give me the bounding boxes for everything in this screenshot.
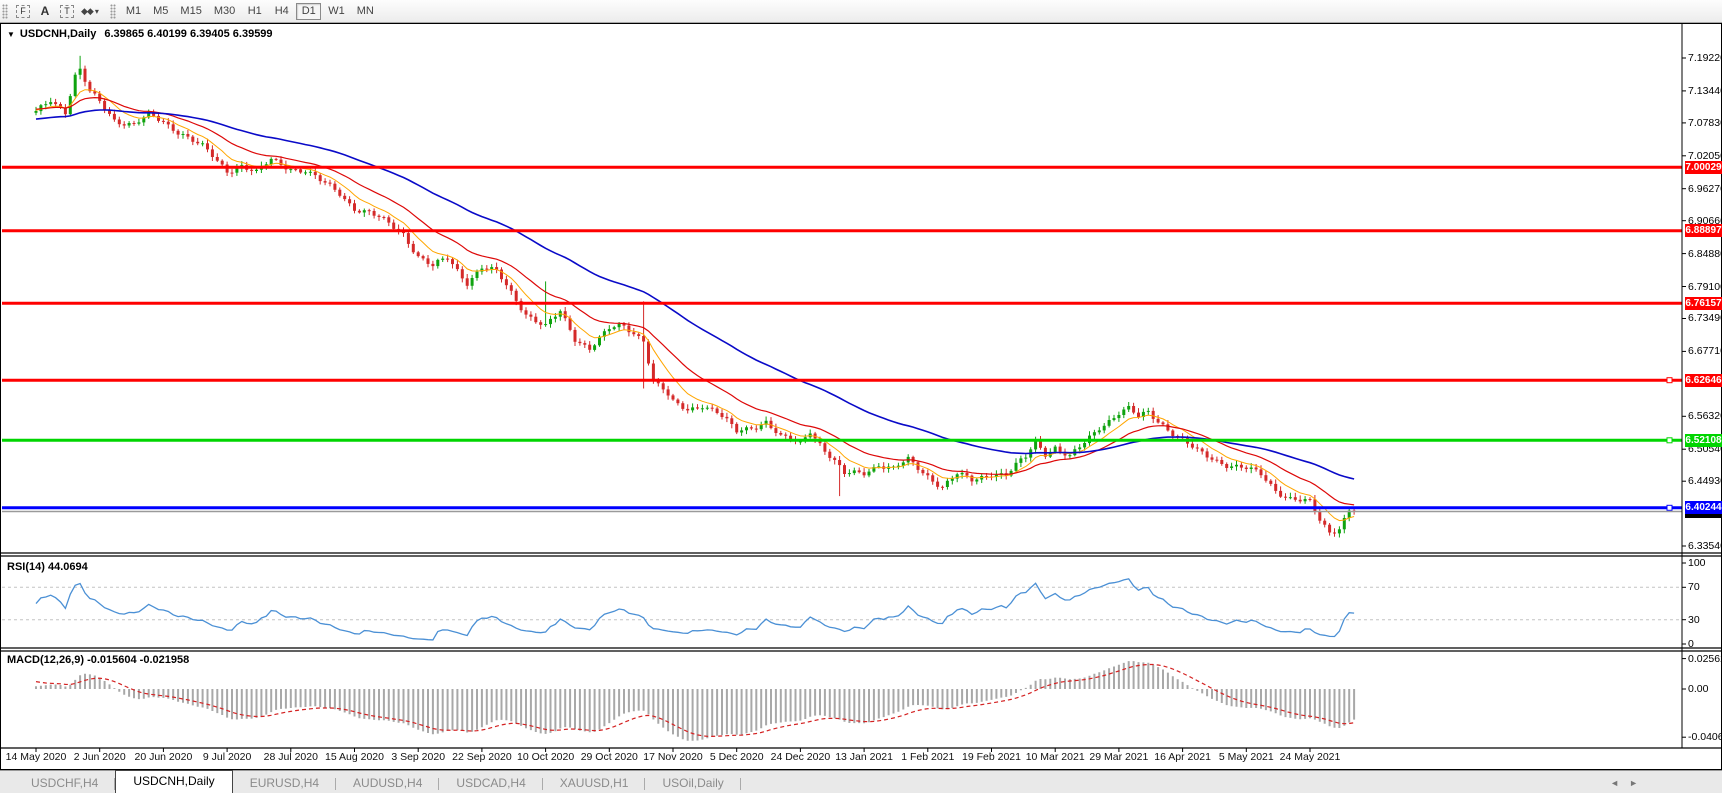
- chart-title: ▼ USDCNH,Daily 6.39865 6.40199 6.39405 6.3…: [7, 28, 273, 40]
- timeframe-w1-button[interactable]: W1: [323, 3, 350, 20]
- fibonacci-tool-button[interactable]: F: [12, 2, 34, 20]
- chart-tab-bar: USDCHF,H4 USDCNH,Daily EURUSD,H4 AUDUSD,…: [0, 770, 1722, 793]
- toolbar-grip-2[interactable]: [109, 3, 116, 19]
- tab-scroll-left-icon[interactable]: ◄: [1610, 778, 1619, 788]
- timeframe-m15-button[interactable]: M15: [175, 3, 206, 20]
- tab-xauusd-h1[interactable]: XAUUSD,H1: [543, 774, 646, 793]
- rsi-indicator-label: RSI(14) 44.0694: [7, 561, 88, 573]
- tab-usdcnh-daily[interactable]: USDCNH,Daily: [115, 770, 233, 793]
- chart-plot[interactable]: [1, 24, 1721, 769]
- tab-usdchf-h4[interactable]: USDCHF,H4: [14, 774, 116, 793]
- label-icon: T: [60, 4, 74, 18]
- ohlc-values: 6.39865 6.40199 6.39405 6.39599: [104, 28, 273, 40]
- timeframe-mn-button[interactable]: MN: [352, 3, 379, 20]
- tab-scroll-right-icon[interactable]: ►: [1629, 778, 1638, 788]
- macd-indicator-label: MACD(12,26,9) -0.015604 -0.021958: [7, 654, 190, 666]
- timeframe-m5-button[interactable]: M5: [148, 3, 173, 20]
- timeframe-h1-button[interactable]: H1: [242, 3, 267, 20]
- timeframe-d1-button[interactable]: D1: [296, 2, 322, 20]
- timeframe-h4-button[interactable]: H4: [269, 3, 294, 20]
- timeframe-m1-button[interactable]: M1: [121, 3, 146, 20]
- fibonacci-icon: F: [16, 4, 30, 18]
- shapes-icon: ◆◆: [81, 5, 94, 16]
- toolbar-grip[interactable]: [2, 3, 8, 19]
- text-tool-button[interactable]: A: [34, 2, 56, 20]
- tab-usoil-daily[interactable]: USOil,Daily: [645, 774, 742, 793]
- tab-eurusd-h4[interactable]: EURUSD,H4: [233, 774, 337, 793]
- tab-scroll-nav: ◄ ►: [1610, 778, 1638, 788]
- top-toolbar: F A T ◆◆ ▾ M1 M5 M15 M30 H1 H4 D1 W1 MN: [0, 0, 1722, 23]
- tab-audusd-h4[interactable]: AUDUSD,H4: [336, 774, 440, 793]
- symbol-dropdown-icon[interactable]: ▼: [7, 30, 15, 39]
- chevron-down-icon: ▾: [94, 6, 99, 16]
- timeframe-m30-button[interactable]: M30: [209, 3, 240, 20]
- mt4-application: { "toolbar": { "tools": [ {"name": "fibo…: [0, 0, 1722, 793]
- shapes-tool-button[interactable]: ◆◆ ▾: [78, 2, 102, 20]
- text-icon: A: [40, 4, 50, 18]
- tab-usdcad-h4[interactable]: USDCAD,H4: [439, 774, 544, 793]
- label-tool-button[interactable]: T: [56, 2, 78, 20]
- symbol-name: USDCNH,Daily: [19, 28, 97, 40]
- chart-window: 7.192207.134407.078307.020506.962706.906…: [0, 23, 1722, 770]
